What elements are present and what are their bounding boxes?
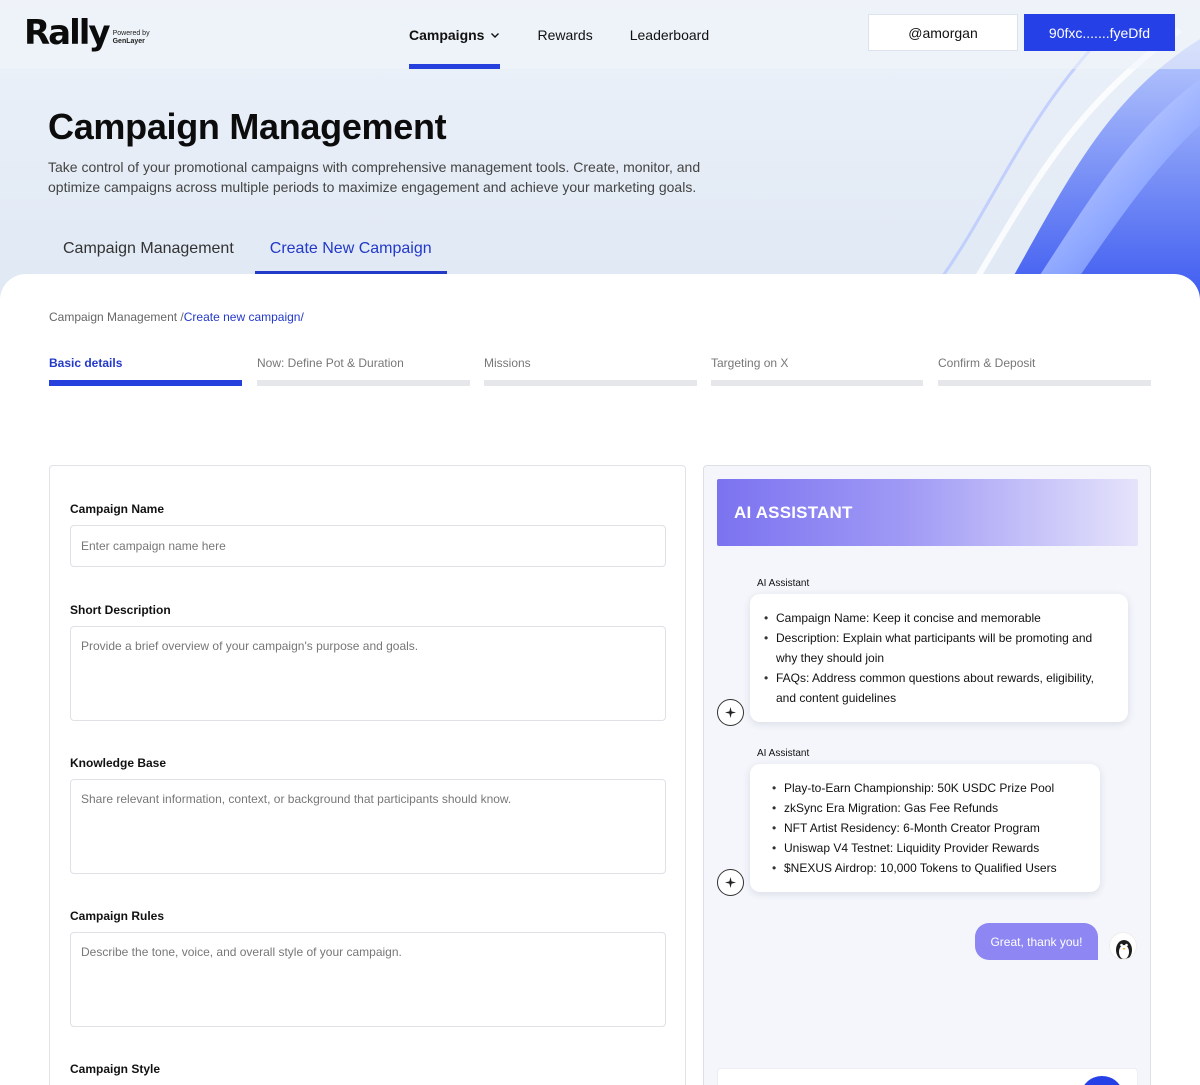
list-item: FAQs: Address common questions about rew…: [764, 668, 1112, 708]
list-item: Play-to-Earn Championship: 50K USDC Priz…: [772, 778, 1084, 798]
step-confirm-deposit[interactable]: Confirm & Deposit: [938, 356, 1151, 386]
list-item: Campaign Name: Keep it concise and memor…: [764, 608, 1112, 628]
sparkle-icon-glyph: [725, 707, 736, 718]
campaign-form: Campaign Name Short Description Knowledg…: [49, 465, 686, 1085]
breadcrumb-root[interactable]: Campaign Management /: [49, 310, 184, 324]
list-item: Uniswap V4 Testnet: Liquidity Provider R…: [772, 838, 1084, 858]
step-label: Now: Define Pot & Duration: [257, 356, 404, 370]
rally-logo[interactable]: Rally Powered by GenLayer: [24, 14, 150, 52]
step-label: Missions: [484, 356, 531, 370]
message-list: Campaign Name: Keep it concise and memor…: [764, 608, 1112, 708]
powered-by: Powered by GenLayer: [113, 30, 150, 46]
ai-assistant-header: AI ASSISTANT: [717, 479, 1138, 546]
step-label: Basic details: [49, 356, 123, 370]
tab-create-new-campaign[interactable]: Create New Campaign: [254, 225, 447, 274]
message-sender: AI Assistant: [757, 748, 810, 759]
nav-links: Campaigns Rewards Leaderboard: [409, 0, 746, 69]
short-description-input[interactable]: [70, 626, 666, 721]
chevron-down-icon: [491, 32, 500, 38]
knowledge-base-input[interactable]: [70, 779, 666, 874]
penguin-avatar-icon: [1109, 932, 1137, 960]
nav-rewards-label: Rewards: [537, 26, 593, 43]
user-handle-button[interactable]: @amorgan: [868, 14, 1018, 51]
assistant-message: Campaign Name: Keep it concise and memor…: [750, 594, 1128, 722]
step-missions[interactable]: Missions: [484, 356, 697, 386]
campaign-rules-input[interactable]: [70, 932, 666, 1027]
step-progress-bar: [711, 380, 923, 386]
step-label: Confirm & Deposit: [938, 356, 1036, 370]
tab-campaign-management[interactable]: Campaign Management: [48, 225, 249, 274]
powered-by-name: GenLayer: [112, 38, 145, 45]
top-nav: Rally Powered by GenLayer Campaigns Rewa…: [0, 0, 1200, 69]
list-item: zkSync Era Migration: Gas Fee Refunds: [772, 798, 1084, 818]
nav-campaigns-label: Campaigns: [409, 26, 485, 43]
main-tabs: Campaign Management Create New Campaign: [48, 225, 453, 274]
campaign-name-input[interactable]: [70, 525, 666, 567]
nav-leaderboard-label: Leaderboard: [629, 26, 710, 43]
sparkle-icon: [717, 869, 744, 896]
powered-by-text: Powered by: [112, 30, 150, 37]
user-message: Great, thank you!: [975, 923, 1098, 960]
assistant-message: Play-to-Earn Championship: 50K USDC Priz…: [750, 764, 1100, 892]
nav-campaigns[interactable]: Campaigns: [409, 0, 501, 69]
content-panel: Campaign Management /Create new campaign…: [0, 274, 1200, 1085]
list-item: Description: Explain what participants w…: [764, 628, 1112, 668]
step-progress-bar: [484, 380, 697, 386]
list-item: $NEXUS Airdrop: 10,000 Tokens to Qualifi…: [772, 858, 1084, 878]
message-sender: AI Assistant: [757, 578, 810, 589]
message-list: Play-to-Earn Championship: 50K USDC Priz…: [772, 778, 1084, 878]
assistant-chat-input[interactable]: [717, 1068, 1138, 1085]
campaign-style-label: Campaign Style: [70, 1062, 161, 1076]
list-item: NFT Artist Residency: 6-Month Creator Pr…: [772, 818, 1084, 838]
campaign-rules-label: Campaign Rules: [70, 909, 165, 923]
step-define-pot[interactable]: Now: Define Pot & Duration: [257, 356, 470, 386]
step-targeting[interactable]: Targeting on X: [711, 356, 923, 386]
step-progress-bar: [49, 380, 242, 386]
avatar-glyph: [1116, 940, 1132, 959]
logo-wordmark: Rally: [24, 13, 111, 53]
step-label: Targeting on X: [711, 356, 789, 370]
campaign-name-label: Campaign Name: [70, 502, 165, 516]
breadcrumb: Campaign Management /Create new campaign…: [49, 310, 304, 324]
step-basic-details[interactable]: Basic details: [49, 356, 242, 386]
step-progress-bar: [938, 380, 1151, 386]
sparkle-icon: [717, 699, 744, 726]
sparkle-icon-glyph: [725, 877, 736, 888]
wallet-address-button[interactable]: 90fxc.......fyeDfd: [1024, 14, 1175, 51]
nav-leaderboard[interactable]: Leaderboard: [630, 0, 709, 69]
knowledge-base-label: Knowledge Base: [70, 756, 167, 770]
ai-assistant-title: AI ASSISTANT: [734, 503, 853, 522]
short-description-label: Short Description: [70, 603, 171, 617]
step-progress-bar: [257, 380, 470, 386]
breadcrumb-current: Create new campaign/: [183, 310, 304, 324]
ai-assistant-panel: AI ASSISTANT AI Assistant Campaign Name:…: [703, 465, 1151, 1085]
nav-rewards[interactable]: Rewards: [537, 0, 592, 69]
page-description: Take control of your promotional campaig…: [48, 159, 701, 195]
stepper: Basic details Now: Define Pot & Duration…: [49, 356, 1151, 386]
page-title: Campaign Management: [48, 106, 447, 147]
